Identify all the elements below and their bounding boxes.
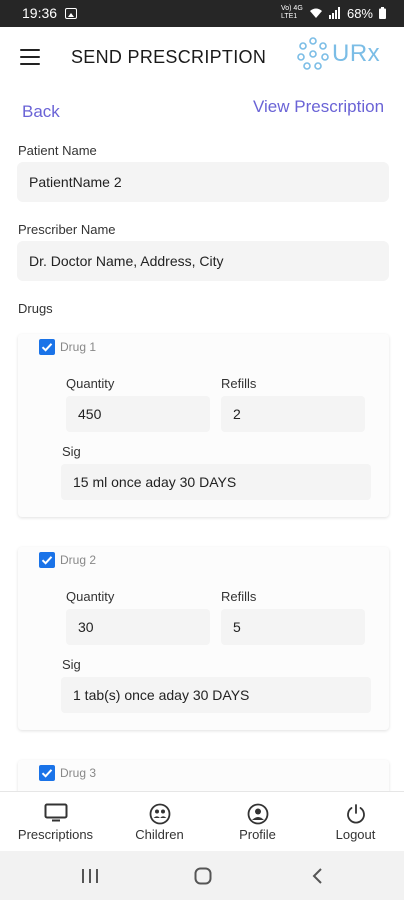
nav-label: Logout: [335, 827, 376, 842]
drug-name: Drug 1: [60, 340, 97, 354]
drug-checkbox[interactable]: [39, 552, 55, 568]
checkmark-icon: [41, 556, 53, 565]
checkmark-icon: [41, 769, 53, 778]
menu-icon[interactable]: [20, 49, 40, 65]
children-icon: [149, 803, 170, 825]
wifi-signal-icon: [309, 8, 322, 18]
refills-label: Refills: [221, 589, 257, 604]
recent-apps-icon[interactable]: [81, 868, 99, 884]
patient-name-label: Patient Name: [18, 143, 97, 158]
app-header: SEND PRESCRIPTION URx: [0, 27, 404, 91]
nav-prescriptions[interactable]: Prescriptions: [5, 792, 106, 852]
refills-label: Refills: [221, 376, 257, 391]
home-icon[interactable]: [194, 867, 212, 885]
cell-signal-icon: [328, 7, 340, 19]
patient-name-field[interactable]: PatientName 2: [17, 162, 389, 202]
refills-field[interactable]: 5: [221, 609, 365, 645]
sig-field[interactable]: 15 ml once aday 30 DAYS: [61, 464, 371, 500]
drug-card: Drug 2 Quantity 30 Refills 5 Sig 1 tab(s…: [18, 547, 389, 730]
sig-field[interactable]: 1 tab(s) once aday 30 DAYS: [61, 677, 371, 713]
nav-label: Prescriptions: [17, 827, 94, 842]
drug-name: Drug 3: [60, 766, 97, 780]
drug-checkbox[interactable]: [39, 339, 55, 355]
page-title: SEND PRESCRIPTION: [71, 47, 267, 67]
quantity-label: Quantity: [66, 589, 115, 604]
nav-label: Children: [135, 827, 184, 842]
view-prescription-link[interactable]: View Prescription: [253, 97, 384, 117]
drug-checkbox[interactable]: [39, 765, 55, 781]
prescriber-name-label: Prescriber Name: [18, 222, 116, 237]
logo-mark-icon: [297, 37, 329, 70]
battery-icon: [379, 7, 386, 19]
status-bar: 19:36 Vo) 4G LTE1 68%: [0, 0, 404, 27]
back-link[interactable]: Back: [22, 102, 60, 122]
monitor-icon: [44, 803, 67, 822]
quantity-field[interactable]: 450: [66, 396, 210, 432]
nav-children[interactable]: Children: [109, 792, 210, 852]
bottom-navigation: Prescriptions Children Profile Logout: [0, 791, 404, 851]
quantity-field[interactable]: 30: [66, 609, 210, 645]
power-icon: [346, 804, 365, 824]
nav-profile[interactable]: Profile: [207, 792, 308, 852]
urx-logo: URx: [296, 36, 380, 72]
sig-label: Sig: [62, 657, 81, 672]
battery-percent: 68%: [346, 5, 373, 21]
refills-field[interactable]: 2: [221, 396, 365, 432]
drug-card: Drug 1 Quantity 450 Refills 2 Sig 15 ml …: [18, 334, 389, 517]
drug-name: Drug 2: [60, 553, 97, 567]
checkmark-icon: [41, 343, 53, 352]
drugs-label: Drugs: [18, 301, 53, 316]
logo-text: URx: [332, 40, 381, 67]
sig-label: Sig: [62, 444, 81, 459]
gallery-notification-icon: [65, 7, 78, 19]
prescriber-name-field[interactable]: Dr. Doctor Name, Address, City: [17, 241, 389, 281]
system-navigation-bar: [0, 851, 404, 900]
status-time: 19:36: [22, 5, 58, 21]
quantity-label: Quantity: [66, 376, 115, 391]
nav-logout[interactable]: Logout: [305, 792, 404, 852]
profile-icon: [247, 803, 268, 825]
nav-label: Profile: [239, 827, 276, 842]
network-indicator: Vo) 4G LTE1: [280, 5, 303, 20]
back-icon[interactable]: [311, 867, 323, 885]
